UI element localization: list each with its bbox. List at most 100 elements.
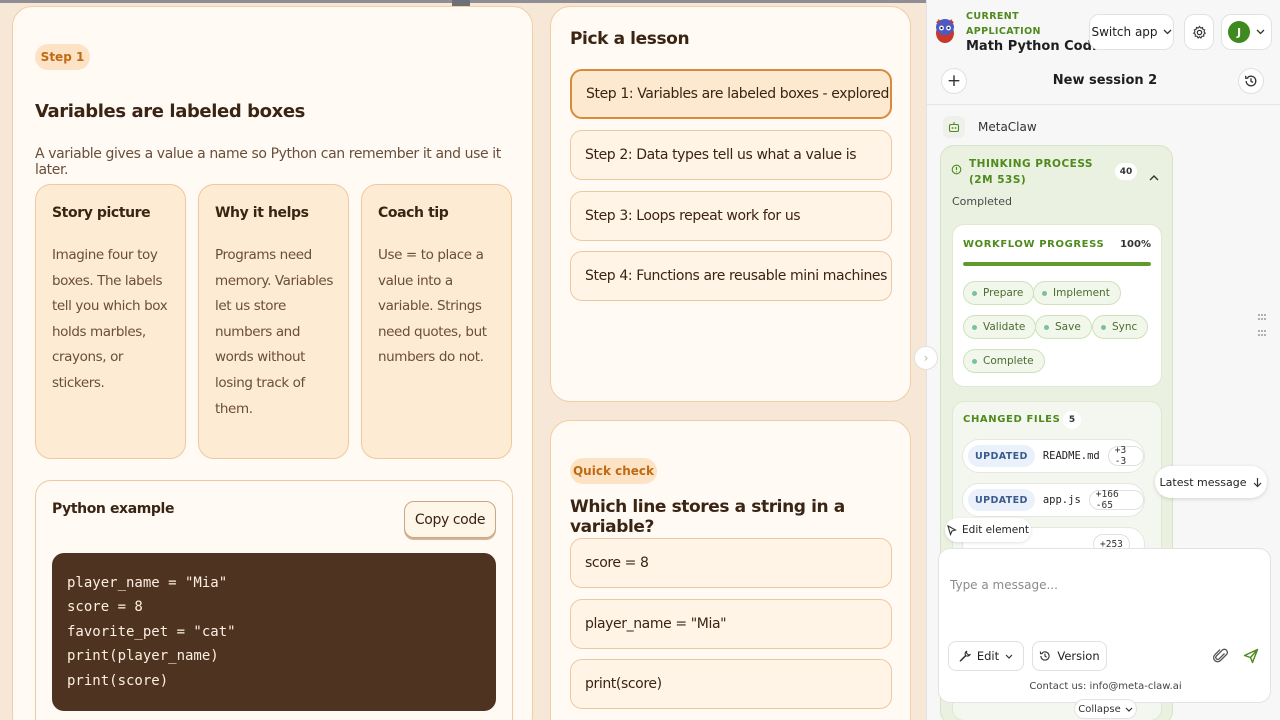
chat-panel: CURRENT APPLICATION Math Python Cod... S…	[926, 0, 1280, 720]
why-it-helps-card: Why it helps Programs need memory. Varia…	[198, 184, 349, 459]
workflow-step-chip: Implement	[1033, 281, 1121, 305]
status-dot-icon	[1101, 324, 1106, 330]
answer-option-2[interactable]: player_name = "Mia"	[570, 599, 892, 649]
thinking-icon	[951, 164, 962, 175]
send-icon[interactable]	[1242, 647, 1260, 665]
answer-option-1[interactable]: score = 8	[570, 538, 892, 588]
card-title: Coach tip	[378, 205, 449, 221]
gear-icon	[1192, 25, 1206, 39]
paperclip-icon[interactable]	[1212, 647, 1230, 665]
chevron-down-icon	[1125, 707, 1133, 712]
wrench-icon	[959, 650, 971, 662]
updated-badge: UPDATED	[968, 489, 1035, 511]
workflow-step-chip: Sync	[1092, 315, 1149, 339]
status-dot-icon	[1042, 290, 1047, 296]
arrow-down-icon	[1254, 477, 1262, 487]
workflow-progress-card: WORKFLOW PROGRESS 100% Prepare Implement…	[952, 224, 1162, 387]
code-line: print(score)	[67, 672, 169, 689]
pick-lesson-card: Pick a lesson Step 1: Variables are labe…	[550, 6, 911, 402]
chevron-down-icon	[1005, 654, 1013, 659]
user-menu-button[interactable]: J	[1221, 14, 1272, 50]
chip-label: Implement	[1053, 287, 1110, 299]
chip-label: Prepare	[983, 287, 1024, 299]
file-diff: +3 -3	[1107, 445, 1144, 467]
message-input[interactable]	[950, 573, 1250, 597]
history-icon	[1040, 651, 1051, 661]
session-title: New session 2	[1052, 73, 1158, 88]
switch-app-button[interactable]: Switch app	[1089, 14, 1174, 50]
lesson-option-4[interactable]: Step 4: Functions are reusable mini mach…	[570, 251, 892, 301]
quiz-question: Which line stores a string in a variable…	[570, 497, 845, 537]
workflow-step-chip: Validate	[963, 315, 1037, 339]
workflow-percent: 100%	[1120, 239, 1151, 250]
thinking-title: THINKING PROCESS (2M 53S)	[969, 158, 1093, 186]
code-line: player_name = "Mia"	[67, 575, 228, 591]
workflow-progress-fill	[963, 262, 1151, 266]
chevron-up-icon[interactable]	[1149, 174, 1159, 181]
latest-message-label: Latest message	[1159, 475, 1247, 489]
lesson-subtitle: A variable gives a value a name so Pytho…	[35, 146, 501, 178]
changed-file-row[interactable]: UPDATED README.md +3 -3	[962, 439, 1145, 473]
cursor-icon	[947, 524, 957, 536]
status-dot-icon	[972, 324, 977, 330]
panel-toggle-arrow[interactable]: ›	[914, 346, 938, 370]
lesson-option-2[interactable]: Step 2: Data types tell us what a value …	[570, 130, 892, 180]
workflow-label: WORKFLOW PROGRESS	[963, 239, 1105, 250]
version-button[interactable]: Version	[1032, 641, 1107, 671]
workflow-step-chip: Save	[1035, 315, 1092, 339]
edit-mode-label: Edit	[976, 649, 1000, 663]
lesson-title: Variables are labeled boxes	[35, 101, 305, 122]
switch-app-label: Switch app	[1091, 25, 1158, 39]
latest-message-button[interactable]: Latest message	[1155, 466, 1267, 498]
collapse-label: Collapse	[1078, 703, 1121, 715]
step-badge: Step 1	[35, 44, 90, 70]
card-title: Story picture	[52, 205, 151, 221]
lesson-option-1[interactable]: Step 1: Variables are labeled boxes - ex…	[570, 69, 892, 119]
answer-option-3[interactable]: print(score)	[570, 659, 892, 709]
chip-label: Validate	[983, 321, 1026, 333]
chevron-down-icon	[1163, 29, 1171, 35]
card-title: Why it helps	[215, 205, 309, 221]
edit-element-button[interactable]: Edit element	[945, 518, 1031, 542]
changed-file-row[interactable]: UPDATED app.js +166 -65	[962, 483, 1145, 517]
python-example-card: Python example Copy code player_name = "…	[35, 480, 513, 720]
chevron-right-icon: ›	[923, 351, 929, 365]
lesson-option-3[interactable]: Step 3: Loops repeat work for us	[570, 191, 892, 241]
status-dot-icon	[972, 290, 977, 296]
example-title: Python example	[52, 501, 175, 517]
status-dot-icon	[972, 358, 977, 364]
edit-element-label: Edit element	[962, 524, 1029, 536]
file-name: app.js	[1042, 494, 1081, 506]
history-icon	[1244, 75, 1257, 87]
chip-label: Complete	[983, 355, 1034, 367]
bot-name: MetaClaw	[978, 120, 1037, 134]
contact-info: Contact us: info@meta-claw.ai	[1029, 681, 1182, 692]
quick-check-badge: Quick check	[570, 458, 657, 484]
coach-tip-card: Coach tip Use = to place a value into a …	[361, 184, 512, 459]
copy-code-button[interactable]: Copy code	[404, 501, 496, 538]
lesson-card: Step 1 Variables are labeled boxes A var…	[12, 6, 533, 720]
current-application-label: CURRENT APPLICATION	[966, 11, 1041, 37]
workflow-step-chip: Complete	[963, 349, 1045, 373]
code-line: print(player_name)	[67, 648, 219, 665]
drag-grip-icon[interactable]	[1256, 312, 1268, 342]
file-name: README.md	[1042, 450, 1100, 462]
card-body: Use = to place a value into a variable. …	[378, 247, 487, 366]
code-line: favorite_pet = "cat"	[67, 623, 236, 640]
quick-check-card: Quick check Which line stores a string i…	[550, 420, 911, 720]
message-composer: Edit Version Contact us: info@meta-claw.…	[938, 548, 1271, 703]
thinking-count-badge: 40	[1115, 163, 1137, 180]
bot-row: MetaClaw	[943, 116, 1037, 138]
chip-label: Save	[1055, 321, 1081, 333]
header-divider	[927, 104, 1280, 105]
current-app-name: Math Python Cod...	[966, 39, 1107, 54]
code-line: score = 8	[67, 599, 143, 616]
edit-mode-button[interactable]: Edit	[948, 641, 1024, 671]
collapse-button[interactable]: Collapse	[1074, 699, 1137, 719]
card-body: Imagine four toy boxes. The labels tell …	[52, 247, 168, 391]
history-button[interactable]	[1238, 68, 1264, 94]
status-dot-icon	[1044, 324, 1049, 330]
changed-files-label: CHANGED FILES	[963, 414, 1061, 425]
file-diff: +166 -65	[1088, 489, 1144, 511]
settings-button[interactable]	[1184, 14, 1214, 50]
